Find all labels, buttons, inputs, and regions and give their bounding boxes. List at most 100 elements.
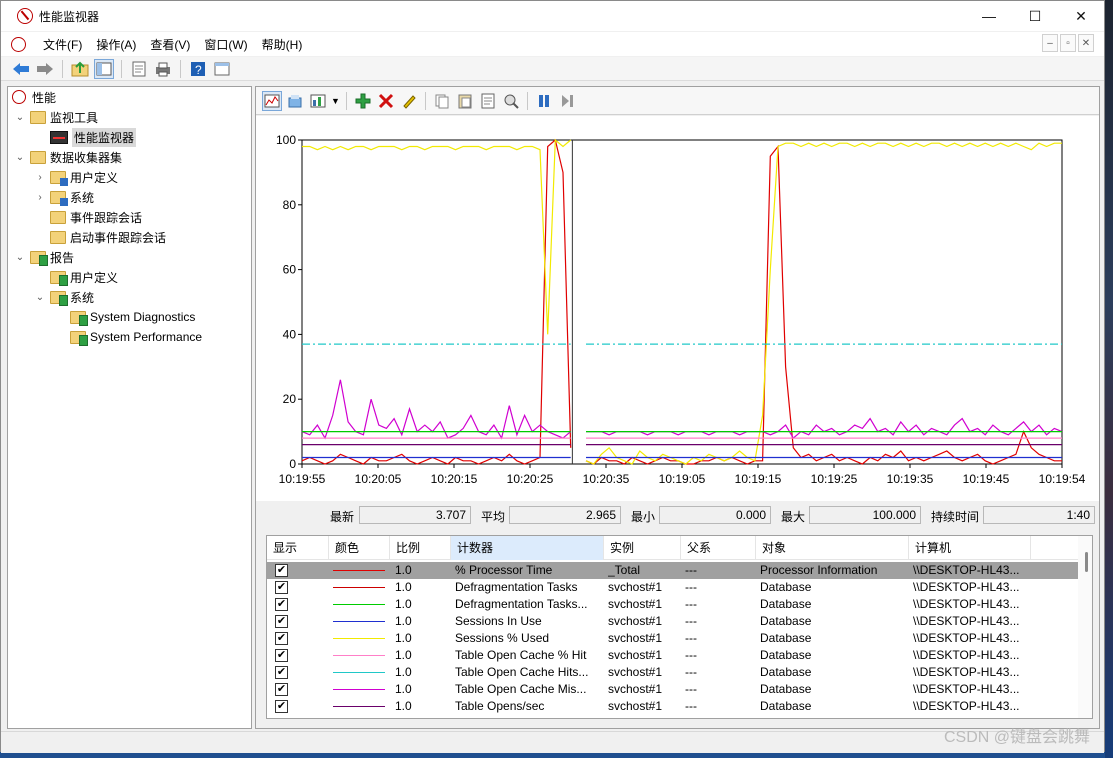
table-row[interactable]: ✔ 1.0 Table Open Cache Mis... svchost#1 --- D… — [267, 681, 1079, 698]
copy-properties-icon[interactable] — [432, 91, 452, 111]
parent-cell: --- — [685, 614, 697, 628]
tree-item-performance[interactable]: 性能 — [12, 87, 56, 107]
svg-text:?: ? — [195, 63, 202, 77]
tree-item-event-trace-sessions[interactable]: 事件跟踪会话 — [50, 207, 142, 227]
instance-cell: _Total — [608, 563, 641, 577]
freeze-display-icon[interactable] — [534, 91, 554, 111]
tree-item-system-diagnostics[interactable]: System Diagnostics — [70, 307, 195, 327]
console-icon[interactable] — [212, 59, 232, 79]
table-row[interactable]: ✔ 1.0 Defragmentation Tasks... svchost#1 ---… — [267, 596, 1079, 613]
view-graph-icon[interactable] — [262, 90, 282, 111]
tree-label: 性能 — [32, 90, 57, 105]
tree-item-performance-monitor[interactable]: 性能监视器 — [50, 127, 137, 147]
print-icon[interactable] — [153, 59, 173, 79]
computer-cell: \\DESKTOP-HL43... — [913, 665, 1020, 679]
tree-label: System Diagnostics — [90, 310, 196, 324]
dropdown-arrow-icon[interactable]: ▼ — [331, 96, 340, 106]
up-folder-icon[interactable] — [70, 59, 90, 79]
forward-arrow-icon[interactable] — [35, 59, 55, 79]
close-button[interactable]: ✕ — [1058, 1, 1104, 31]
chevron-down-icon[interactable]: ⌄ — [14, 152, 26, 163]
show-checkbox[interactable]: ✔ — [275, 683, 288, 696]
delete-counter-icon[interactable] — [376, 91, 396, 111]
view-histogram-icon[interactable] — [285, 91, 305, 111]
computer-cell: \\DESKTOP-HL43... — [913, 580, 1020, 594]
table-row[interactable]: ✔ 1.0 Table Open Cache Hits... svchost#1 ---… — [267, 664, 1079, 681]
menu-window[interactable]: 窗口(W) — [197, 36, 254, 53]
color-swatch — [333, 621, 385, 622]
back-arrow-icon[interactable] — [11, 59, 31, 79]
table-row[interactable]: ✔ 1.0 Defragmentation Tasks svchost#1 --- Dat… — [267, 579, 1079, 596]
mdi-system-icon[interactable] — [11, 36, 26, 52]
chart-svg: 0 20 40 60 80 100 10:19:55 10:20:05 10:20:15 10:2… — [276, 133, 1086, 486]
tree-item-data-collector-sets[interactable]: ⌄ 数据收集器集 — [14, 147, 122, 167]
add-counter-icon[interactable] — [353, 91, 373, 111]
tree-item-system-performance[interactable]: System Performance — [70, 327, 202, 347]
computer-cell: \\DESKTOP-HL43... — [913, 597, 1020, 611]
title-bar[interactable]: 性能监视器 — ☐ ✕ — [1, 1, 1104, 31]
show-checkbox[interactable]: ✔ — [275, 598, 288, 611]
paste-counter-list-icon[interactable] — [455, 91, 475, 111]
mdi-restore-button[interactable]: ▫ — [1060, 34, 1076, 52]
chevron-down-icon[interactable]: ⌄ — [14, 112, 26, 123]
maximize-button[interactable]: ☐ — [1012, 1, 1058, 31]
column-header-computer[interactable]: 计算机 — [909, 536, 1031, 560]
column-header-instance[interactable]: 实例 — [604, 536, 681, 560]
computer-cell: \\DESKTOP-HL43... — [913, 631, 1020, 645]
help-icon[interactable]: ? — [188, 59, 208, 79]
table-row[interactable]: ✔ 1.0 Sessions % Used svchost#1 --- Database \… — [267, 630, 1079, 647]
perfmon-window: 性能监视器 — ☐ ✕ 文件(F) 操作(A) 查看(V) 窗口(W) 帮助(H… — [0, 0, 1105, 753]
show-checkbox[interactable]: ✔ — [275, 666, 288, 679]
chevron-down-icon[interactable]: ⌄ — [34, 292, 46, 303]
menu-help[interactable]: 帮助(H) — [255, 36, 310, 53]
column-header-scale[interactable]: 比例 — [390, 536, 451, 560]
table-row[interactable]: ✔ 1.0 % Processor Time _Total --- Processor I… — [267, 562, 1079, 579]
column-header-counter[interactable]: 计数器 — [451, 536, 604, 560]
tree-label: 系统 — [70, 290, 95, 305]
menu-file[interactable]: 文件(F) — [36, 36, 89, 53]
vertical-scrollbar[interactable] — [1078, 536, 1092, 718]
show-checkbox[interactable]: ✔ — [275, 615, 288, 628]
tree-item-dcs-user-defined[interactable]: › 用户定义 — [34, 167, 118, 187]
properties-icon[interactable] — [478, 91, 498, 111]
change-graph-type-icon[interactable] — [308, 91, 328, 111]
properties-icon[interactable] — [129, 59, 149, 79]
column-header-object[interactable]: 对象 — [756, 536, 909, 560]
computer-cell: \\DESKTOP-HL43... — [913, 682, 1020, 696]
tree-item-monitor-tools[interactable]: ⌄ 监视工具 — [14, 107, 98, 127]
show-checkbox[interactable]: ✔ — [275, 632, 288, 645]
tree-label: 报告 — [50, 250, 75, 265]
table-row[interactable]: ✔ 1.0 Sessions In Use svchost#1 --- Database \… — [267, 613, 1079, 630]
column-header-color[interactable]: 颜色 — [329, 536, 390, 560]
table-row[interactable]: ✔ 1.0 Table Opens/sec svchost#1 --- Database \… — [267, 698, 1079, 715]
menu-action[interactable]: 操作(A) — [89, 36, 143, 53]
tree-item-dcs-system[interactable]: › 系统 — [34, 187, 94, 207]
tree-label: 监视工具 — [50, 110, 99, 125]
update-data-icon[interactable] — [557, 91, 577, 111]
tree-item-startup-event-trace[interactable]: 启动事件跟踪会话 — [50, 227, 166, 247]
minimize-button[interactable]: — — [966, 1, 1012, 31]
show-hide-tree-icon[interactable] — [94, 58, 114, 79]
scale-cell: 1.0 — [395, 614, 412, 628]
tree-item-reports-system[interactable]: ⌄ 系统 — [34, 287, 94, 307]
x-tick-label: 10:20:05 — [355, 472, 402, 486]
show-checkbox[interactable]: ✔ — [275, 700, 288, 713]
show-checkbox[interactable]: ✔ — [275, 564, 288, 577]
show-checkbox[interactable]: ✔ — [275, 649, 288, 662]
chevron-right-icon[interactable]: › — [34, 192, 46, 203]
zoom-icon[interactable] — [501, 91, 521, 111]
tree-item-reports-user-defined[interactable]: 用户定义 — [50, 267, 118, 287]
mdi-close-button[interactable]: ✕ — [1078, 34, 1094, 52]
scrollbar-thumb[interactable] — [1085, 552, 1088, 572]
performance-chart[interactable]: 0 20 40 60 80 100 10:19:55 10:20:05 10:20:15 10:2… — [256, 116, 1099, 501]
highlight-pencil-icon[interactable] — [399, 91, 419, 111]
show-checkbox[interactable]: ✔ — [275, 581, 288, 594]
chevron-right-icon[interactable]: › — [34, 172, 46, 183]
mdi-minimize-button[interactable]: – — [1042, 34, 1058, 52]
tree-item-reports[interactable]: ⌄ 报告 — [14, 247, 74, 267]
column-header-parent[interactable]: 父系 — [681, 536, 756, 560]
column-header-show[interactable]: 显示 — [267, 536, 329, 560]
table-row[interactable]: ✔ 1.0 Table Open Cache % Hit svchost#1 --- Da… — [267, 647, 1079, 664]
chevron-down-icon[interactable]: ⌄ — [14, 252, 26, 263]
menu-view[interactable]: 查看(V) — [143, 36, 197, 53]
